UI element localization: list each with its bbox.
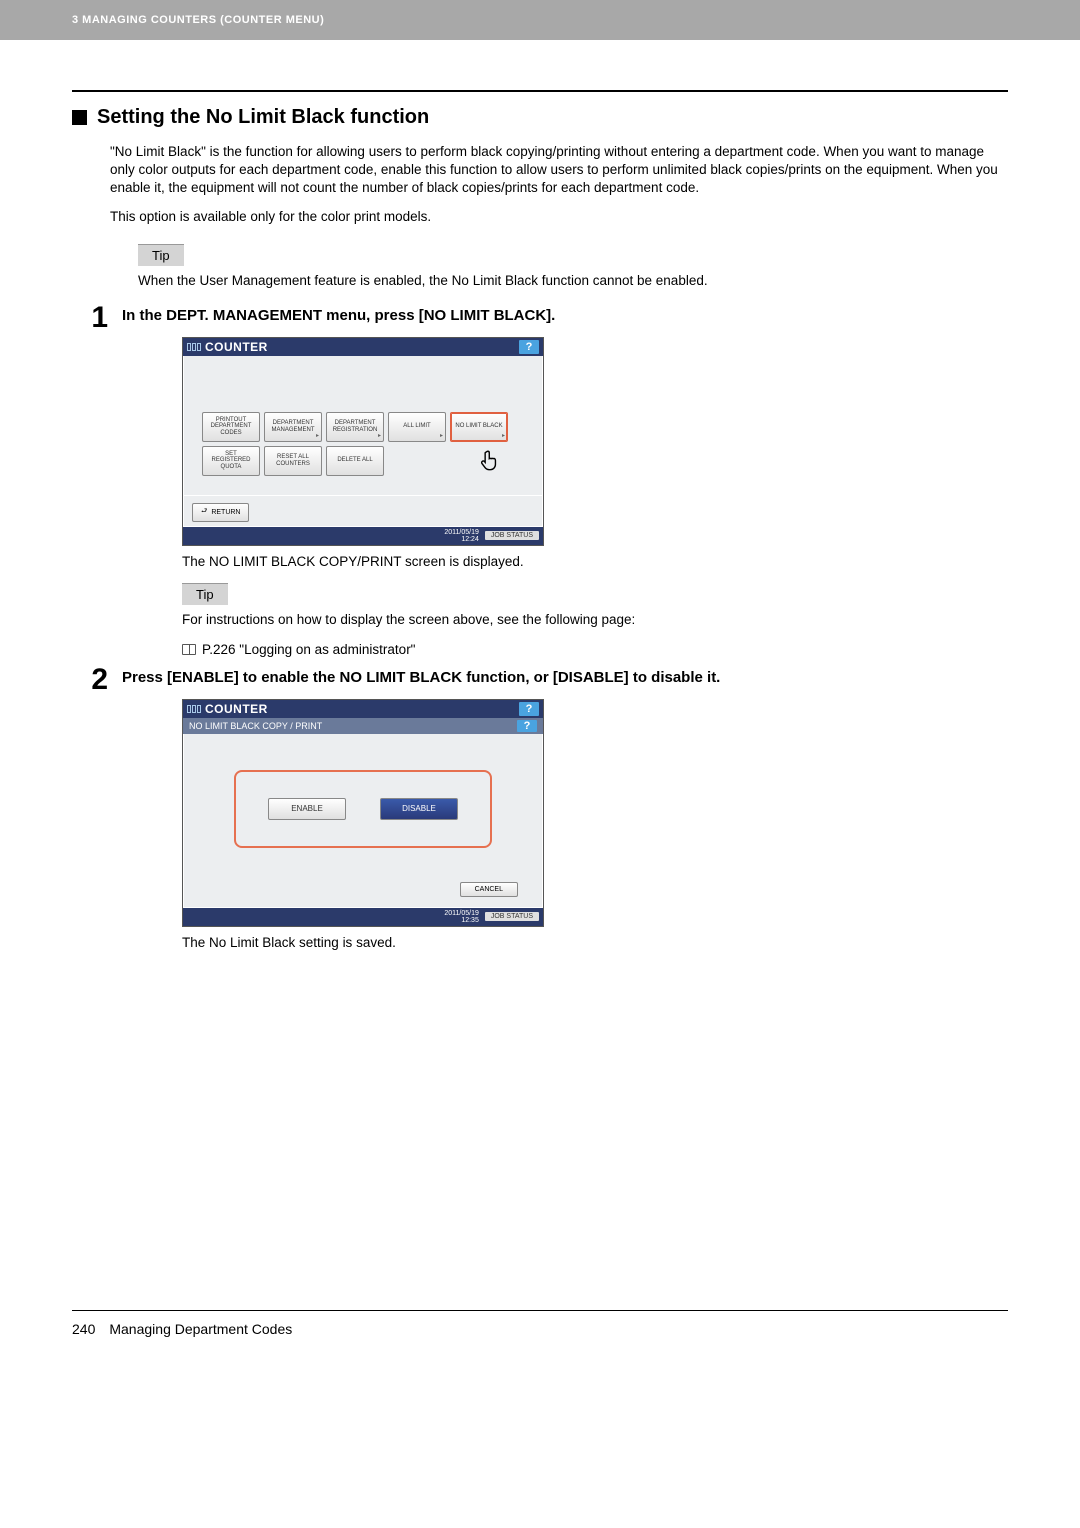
- panel-status-bar: 2011/05/19 12:35 JOB STATUS: [183, 908, 543, 926]
- counter-panel-screenshot-1: COUNTER ? PRINTOUT DEPARTMENT CODES DEPA…: [182, 337, 544, 546]
- help-button[interactable]: ?: [517, 720, 537, 732]
- bullet-square-icon: [72, 110, 87, 125]
- panel-title: COUNTER: [205, 702, 268, 716]
- tip-label-2: Tip: [182, 583, 228, 605]
- highlight-frame: ENABLE DISABLE: [234, 770, 492, 848]
- all-limit-button[interactable]: ALL LIMIT▸: [388, 412, 446, 442]
- breadcrumb: 3 MANAGING COUNTERS (COUNTER MENU): [72, 14, 324, 26]
- job-status-button[interactable]: JOB STATUS: [485, 912, 539, 921]
- datetime-label: 2011/05/19 12:35: [444, 910, 479, 924]
- chevron-right-icon: ▸: [316, 433, 319, 440]
- dept-registration-button[interactable]: DEPARTMENT REGISTRATION▸: [326, 412, 384, 442]
- step-number: 2: [72, 665, 122, 695]
- section-title: Setting the No Limit Black function: [72, 106, 1008, 129]
- enable-button[interactable]: ENABLE: [268, 798, 346, 820]
- tip-body: When the User Management feature is enab…: [138, 272, 1008, 291]
- step-heading: Press [ENABLE] to enable the NO LIMIT BL…: [122, 669, 1008, 686]
- panel-subtitle-bar: NO LIMIT BLACK COPY / PRINT ?: [183, 718, 543, 734]
- page-footer: 240 Managing Department Codes: [72, 1310, 1008, 1337]
- return-arrow-icon: ⮐: [201, 507, 207, 518]
- set-registered-quota-button[interactable]: SET REGISTERED QUOTA: [202, 446, 260, 476]
- panel-titlebar: COUNTER ?: [183, 338, 543, 356]
- step-number: 1: [72, 303, 122, 333]
- chevron-right-icon: ▸: [378, 433, 381, 440]
- reset-all-counters-button[interactable]: RESET ALL COUNTERS: [264, 446, 322, 476]
- disable-button[interactable]: DISABLE: [380, 798, 458, 820]
- return-button[interactable]: ⮐ RETURN: [192, 503, 249, 522]
- panel-title: COUNTER: [205, 340, 268, 354]
- counter-panel-screenshot-2: COUNTER ? NO LIMIT BLACK COPY / PRINT ? …: [182, 699, 544, 927]
- page-number: 240: [72, 1321, 95, 1337]
- cancel-button[interactable]: CANCEL: [460, 882, 518, 897]
- page-header-bar: 3 MANAGING COUNTERS (COUNTER MENU): [0, 0, 1080, 40]
- chevron-right-icon: ▸: [440, 433, 443, 440]
- panel-titlebar: COUNTER ?: [183, 700, 543, 718]
- tip-body-2: For instructions on how to display the s…: [182, 611, 1008, 630]
- printout-dept-codes-button[interactable]: PRINTOUT DEPARTMENT CODES: [202, 412, 260, 442]
- help-button[interactable]: ?: [519, 702, 539, 716]
- page-reference: P.226 "Logging on as administrator": [182, 642, 1008, 657]
- datetime-label: 2011/05/19 12:24: [444, 529, 479, 543]
- job-status-button[interactable]: JOB STATUS: [485, 531, 539, 540]
- step-1: 1 In the DEPT. MANAGEMENT menu, press [N…: [72, 303, 1008, 333]
- dept-management-button[interactable]: DEPARTMENT MANAGEMENT▸: [264, 412, 322, 442]
- step1-caption: The NO LIMIT BLACK COPY/PRINT screen is …: [182, 554, 1008, 569]
- counter-icon: [187, 343, 201, 351]
- help-button[interactable]: ?: [519, 340, 539, 354]
- panel-status-bar: 2011/05/19 12:24 JOB STATUS: [183, 527, 543, 545]
- step-2: 2 Press [ENABLE] to enable the NO LIMIT …: [72, 665, 1008, 695]
- book-icon: [182, 644, 196, 655]
- pointer-hand-icon: [478, 448, 504, 477]
- section-divider: [72, 90, 1008, 92]
- footer-title: Managing Department Codes: [109, 1321, 292, 1337]
- counter-icon: [187, 705, 201, 713]
- delete-all-button[interactable]: DELETE ALL: [326, 446, 384, 476]
- intro-paragraph: "No Limit Black" is the function for all…: [110, 143, 1008, 198]
- page-content: Setting the No Limit Black function "No …: [0, 40, 1080, 1367]
- tip-label: Tip: [138, 244, 184, 266]
- intro-paragraph-2: This option is available only for the co…: [110, 208, 1008, 226]
- chevron-right-icon: ▸: [502, 433, 505, 440]
- no-limit-black-button[interactable]: NO LIMIT BLACK▸: [450, 412, 508, 442]
- section-title-text: Setting the No Limit Black function: [97, 106, 429, 129]
- step-heading: In the DEPT. MANAGEMENT menu, press [NO …: [122, 307, 1008, 324]
- step2-caption: The No Limit Black setting is saved.: [182, 935, 1008, 950]
